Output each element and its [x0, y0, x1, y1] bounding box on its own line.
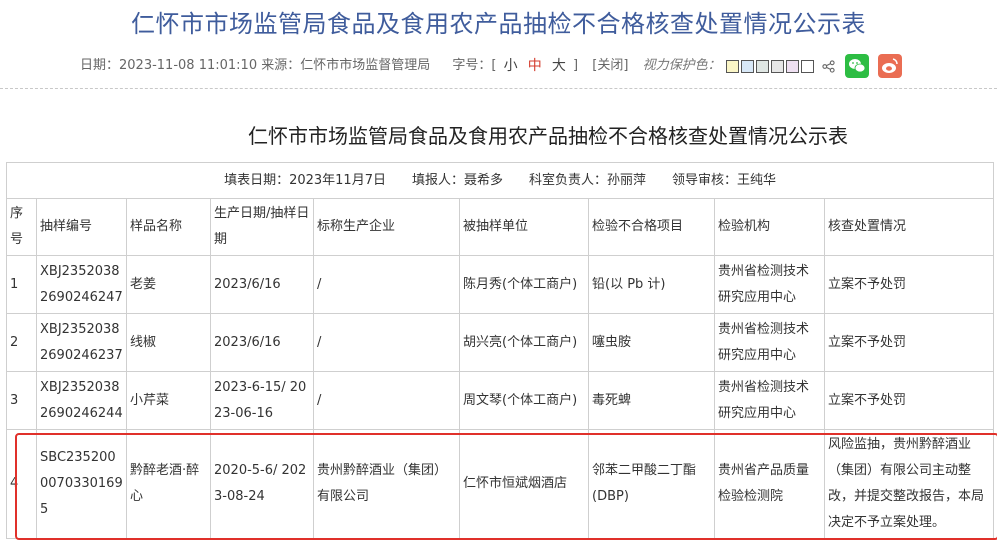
close-button[interactable]: [关闭] [592, 58, 628, 73]
table-cell: 立案不予处罚 [823, 255, 995, 314]
table-cell: 2020-5-6/ 2023-08-24 [210, 429, 314, 539]
table-cell: 毒死蜱 [588, 371, 715, 430]
table-cell: 仁怀市恒斌烟酒店 [459, 429, 589, 539]
table-fill-info-row: 填表日期：2023年11月7日 填报人：聂希多 科室负责人：孙丽萍 领导审核：王… [5, 162, 995, 199]
font-size-large[interactable]: 大 [552, 58, 566, 74]
table-cell: 贵州省检测技术研究应用中心 [714, 371, 825, 430]
page-title: 仁怀市市场监管局食品及食用农产品抽检不合格核查处置情况公示表 [131, 10, 866, 38]
fill-info: 填表日期：2023年11月7日 填报人：聂希多 科室负责人：孙丽萍 领导审核：王… [5, 162, 995, 199]
column-header: 被抽样单位 [459, 198, 589, 256]
table-row-highlighted: 4 SBC23520000703301695 黔醉老酒·醉心 2020-5-6/… [6, 429, 995, 539]
color-swatch-gray[interactable] [770, 59, 784, 73]
column-header: 标称生产企业 [313, 198, 460, 256]
column-header: 检验机构 [714, 198, 825, 256]
source-label: 来源： [261, 58, 301, 73]
date-value: 2023-11-08 11:01:10 [119, 58, 258, 73]
table-cell: SBC23520000703301695 [36, 429, 127, 539]
table-cell: 2023/6/16 [210, 255, 314, 314]
column-header: 样品名称 [126, 198, 211, 256]
document-title: 仁怀市市场监管局食品及食用农产品抽检不合格核查处置情况公示表 [248, 124, 848, 148]
table-cell: 4 [6, 429, 37, 539]
column-header: 核查处置情况 [823, 198, 995, 256]
table-cell: 风险监抽，贵州黔醉酒业（集团）有限公司主动整改，并提交整改报告，本局决定不予立案… [823, 429, 995, 539]
color-swatch-purple[interactable] [785, 59, 799, 73]
font-size-label: 字号：[ [452, 58, 497, 73]
table-cell: 立案不予处罚 [823, 313, 995, 372]
table-cell: 周文琴(个体工商户) [459, 371, 589, 430]
table-row: 3 XBJ23520382690246244 小芹菜 2023-6-15/ 20… [6, 371, 995, 430]
table-header-row: 序号 抽样编号 样品名称 生产日期/抽样日期 标称生产企业 被抽样单位 检验不合… [6, 198, 995, 256]
table-cell: 小芹菜 [126, 371, 211, 430]
color-swatch-yellow[interactable] [725, 59, 739, 73]
date-label: 日期： [80, 58, 120, 73]
color-swatch-white[interactable] [800, 59, 814, 73]
font-size-bracket: ] [573, 58, 579, 73]
table-row: 1 XBJ23520382690246247 老姜 2023/6/16 / 陈月… [6, 255, 995, 314]
table-cell: / [313, 371, 460, 430]
table-cell: 立案不予处罚 [823, 371, 995, 430]
meta-divider [0, 88, 997, 89]
inspection-table: 填表日期：2023年11月7日 填报人：聂希多 科室负责人：孙丽萍 领导审核：王… [5, 162, 995, 539]
table-cell: XBJ23520382690246247 [36, 255, 127, 314]
table-cell: XBJ23520382690246244 [36, 371, 127, 430]
table-cell: 铅(以 Pb 计) [588, 255, 715, 314]
source-value: 仁怀市市场监督管理局 [300, 58, 431, 73]
table-cell: 噻虫胺 [588, 313, 715, 372]
table-cell: 贵州省产品质量检验检测院 [714, 429, 825, 539]
column-header: 生产日期/抽样日期 [210, 198, 314, 256]
table-cell: 2023-6-15/ 2023-06-16 [210, 371, 314, 430]
table-cell: 线椒 [126, 313, 211, 372]
table-cell: 贵州省检测技术研究应用中心 [714, 313, 825, 372]
table-cell: 2023/6/16 [210, 313, 314, 372]
font-size-medium[interactable]: 中 [528, 58, 542, 74]
weibo-share-icon[interactable] [878, 54, 903, 78]
table-cell: 贵州省检测技术研究应用中心 [714, 255, 825, 314]
table-cell: 胡兴亮(个体工商户) [459, 313, 589, 372]
table-cell: XBJ23520382690246237 [36, 313, 127, 372]
table-cell: 陈月秀(个体工商户) [459, 255, 589, 314]
table-cell: 3 [6, 371, 37, 430]
table-cell: 贵州黔醉酒业（集团）有限公司 [313, 429, 460, 539]
table-cell: / [313, 313, 460, 372]
table-cell: / [313, 255, 460, 314]
table-cell: 2 [6, 313, 37, 372]
article-meta: 日期：2023-11-08 11:01:10 来源：仁怀市市场监督管理局 字号：… [80, 54, 903, 78]
table-cell: 老姜 [126, 255, 211, 314]
share-icon[interactable] [822, 59, 835, 73]
eye-care-label: 视力保护色： [642, 58, 721, 73]
color-swatch-blue[interactable] [740, 59, 754, 73]
wechat-share-icon[interactable] [845, 54, 869, 78]
table-row: 2 XBJ23520382690246237 线椒 2023/6/16 / 胡兴… [6, 313, 995, 372]
font-size-small[interactable]: 小 [504, 58, 518, 74]
column-header: 抽样编号 [36, 198, 127, 256]
column-header: 检验不合格项目 [588, 198, 715, 256]
column-header: 序号 [6, 198, 37, 256]
inspection-table-wrapper: 填表日期：2023年11月7日 填报人：聂希多 科室负责人：孙丽萍 领导审核：王… [5, 162, 995, 542]
table-cell: 黔醉老酒·醉心 [126, 429, 211, 539]
table-cell: 邻苯二甲酸二丁酯(DBP) [588, 429, 715, 539]
table-cell: 1 [6, 255, 37, 314]
color-swatch-green[interactable] [755, 59, 769, 73]
